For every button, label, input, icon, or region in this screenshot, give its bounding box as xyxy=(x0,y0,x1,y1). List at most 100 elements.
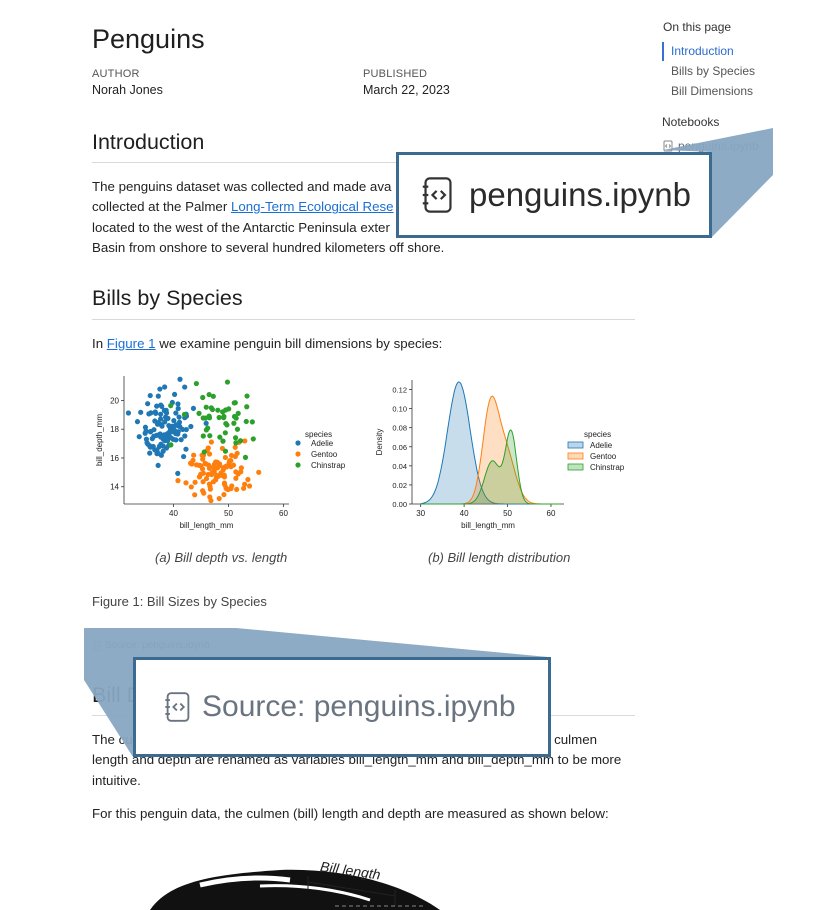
scatter-point xyxy=(256,469,262,475)
scatter-point xyxy=(222,454,228,461)
scatter-point xyxy=(231,413,238,420)
legend-title: species xyxy=(305,430,332,439)
scatter-point xyxy=(242,454,249,460)
scatter-point xyxy=(181,453,187,460)
bills-text: In xyxy=(92,336,107,351)
scatter-point xyxy=(192,479,198,485)
figure-1-link[interactable]: Figure 1 xyxy=(107,336,156,351)
legend-label: Chinstrap xyxy=(590,463,625,472)
dimensions-text: culmen xyxy=(554,732,597,747)
scatter-point xyxy=(223,486,230,492)
legend-label: Adelie xyxy=(590,441,613,450)
scatter-point xyxy=(175,401,181,407)
toc-active-indicator xyxy=(662,42,664,61)
x-axis-label: bill_length_mm xyxy=(180,521,234,530)
scatter-point xyxy=(177,376,183,382)
scatter-point xyxy=(231,400,237,406)
x-tick-label: 60 xyxy=(547,509,556,518)
author-label: AUTHOR xyxy=(92,68,140,80)
bills-paragraph: In Figure 1 we examine penguin bill dime… xyxy=(92,334,637,354)
legend-label: Adelie xyxy=(311,439,334,448)
legend-label: Chinstrap xyxy=(311,461,346,470)
scatter-point xyxy=(214,472,220,478)
toc-item-bill-dimensions[interactable]: Bill Dimensions xyxy=(671,84,753,98)
scatter-point xyxy=(213,459,219,465)
x-tick-label: 50 xyxy=(503,509,512,518)
scatter-point xyxy=(249,419,255,425)
scatter-point xyxy=(250,436,256,442)
scatter-point xyxy=(207,483,213,489)
y-tick-label: 18 xyxy=(110,425,119,434)
scatter-point xyxy=(151,433,157,439)
legend-swatch xyxy=(567,452,584,460)
scatter-point xyxy=(168,435,174,441)
scatter-point xyxy=(216,414,222,421)
scatter-point xyxy=(201,449,207,455)
published-date: March 22, 2023 xyxy=(363,83,450,97)
scatter-point xyxy=(176,414,182,420)
scatter-point xyxy=(223,407,229,413)
scatter-point xyxy=(221,472,227,478)
scatter-point xyxy=(125,410,132,416)
toc-item-bills-by-species[interactable]: Bills by Species xyxy=(671,64,755,78)
scatter-point xyxy=(221,465,227,471)
scatter-point xyxy=(213,477,219,483)
scatter-point xyxy=(203,475,210,482)
scatter-point xyxy=(234,426,241,432)
scatter-point xyxy=(192,492,198,498)
measure-paragraph: For this penguin data, the culmen (bill)… xyxy=(92,806,609,821)
scatter-point xyxy=(190,405,197,412)
scatter-point xyxy=(166,422,172,429)
notebook-icon xyxy=(422,177,452,213)
source-link[interactable]: Source: penguins.ipynb xyxy=(92,640,210,651)
scatter-point xyxy=(183,426,189,433)
y-tick-label: 14 xyxy=(110,483,119,492)
scatter-point xyxy=(205,445,211,451)
scatter-point xyxy=(157,386,163,392)
dimensions-text: The cu xyxy=(92,732,133,747)
notebook-zoom-label: penguins.ipynb xyxy=(469,176,692,213)
scatter-point xyxy=(207,433,213,439)
toc-item-introduction[interactable]: Introduction xyxy=(671,44,734,58)
scatter-point xyxy=(233,440,239,446)
scatter-point xyxy=(158,402,164,408)
scatter-point xyxy=(222,448,229,454)
scatter-point xyxy=(193,380,199,387)
scatter-point xyxy=(183,480,189,486)
scatter-point xyxy=(208,439,214,445)
scatter-point xyxy=(158,434,164,440)
ltr-link[interactable]: Long-Term Ecological Rese xyxy=(231,199,394,214)
intro-text: collected at the Palmer xyxy=(92,199,231,215)
penguin-head-shape xyxy=(150,869,440,910)
x-tick-label: 40 xyxy=(169,509,178,518)
scatter-point xyxy=(151,427,157,433)
scatter-point xyxy=(208,497,214,504)
scatter-point xyxy=(203,427,209,433)
scatter-point xyxy=(244,404,250,410)
scatter-point xyxy=(234,486,240,493)
y-tick-label: 20 xyxy=(110,396,119,405)
scatter-point xyxy=(182,384,188,390)
scatter-point xyxy=(221,480,228,486)
scatter-point xyxy=(188,484,194,490)
legend-label: Gentoo xyxy=(311,450,338,459)
scatter-point xyxy=(216,495,222,502)
scatter-point xyxy=(196,410,202,416)
scatter-point xyxy=(164,431,170,437)
scatter-point xyxy=(143,428,149,434)
intro-line: Basin from onshore to several hundred ki… xyxy=(92,240,445,256)
scatter-point xyxy=(224,379,231,385)
legend-swatch xyxy=(567,463,584,471)
legend-marker xyxy=(295,462,301,468)
scatter-point xyxy=(221,413,227,420)
scatter-point xyxy=(245,476,251,483)
y-tick-label: 0.08 xyxy=(392,424,407,433)
notebook-link[interactable]: penguins.ipynb xyxy=(662,139,759,153)
source-zoom-callout: Source: penguins.ipynb xyxy=(133,657,551,757)
scatter-point xyxy=(200,433,206,439)
scatter-point xyxy=(196,474,203,480)
scatter-point xyxy=(215,407,221,413)
y-tick-label: 0.00 xyxy=(392,500,407,509)
scatter-point xyxy=(188,423,194,430)
toc-title: On this page xyxy=(663,20,732,34)
